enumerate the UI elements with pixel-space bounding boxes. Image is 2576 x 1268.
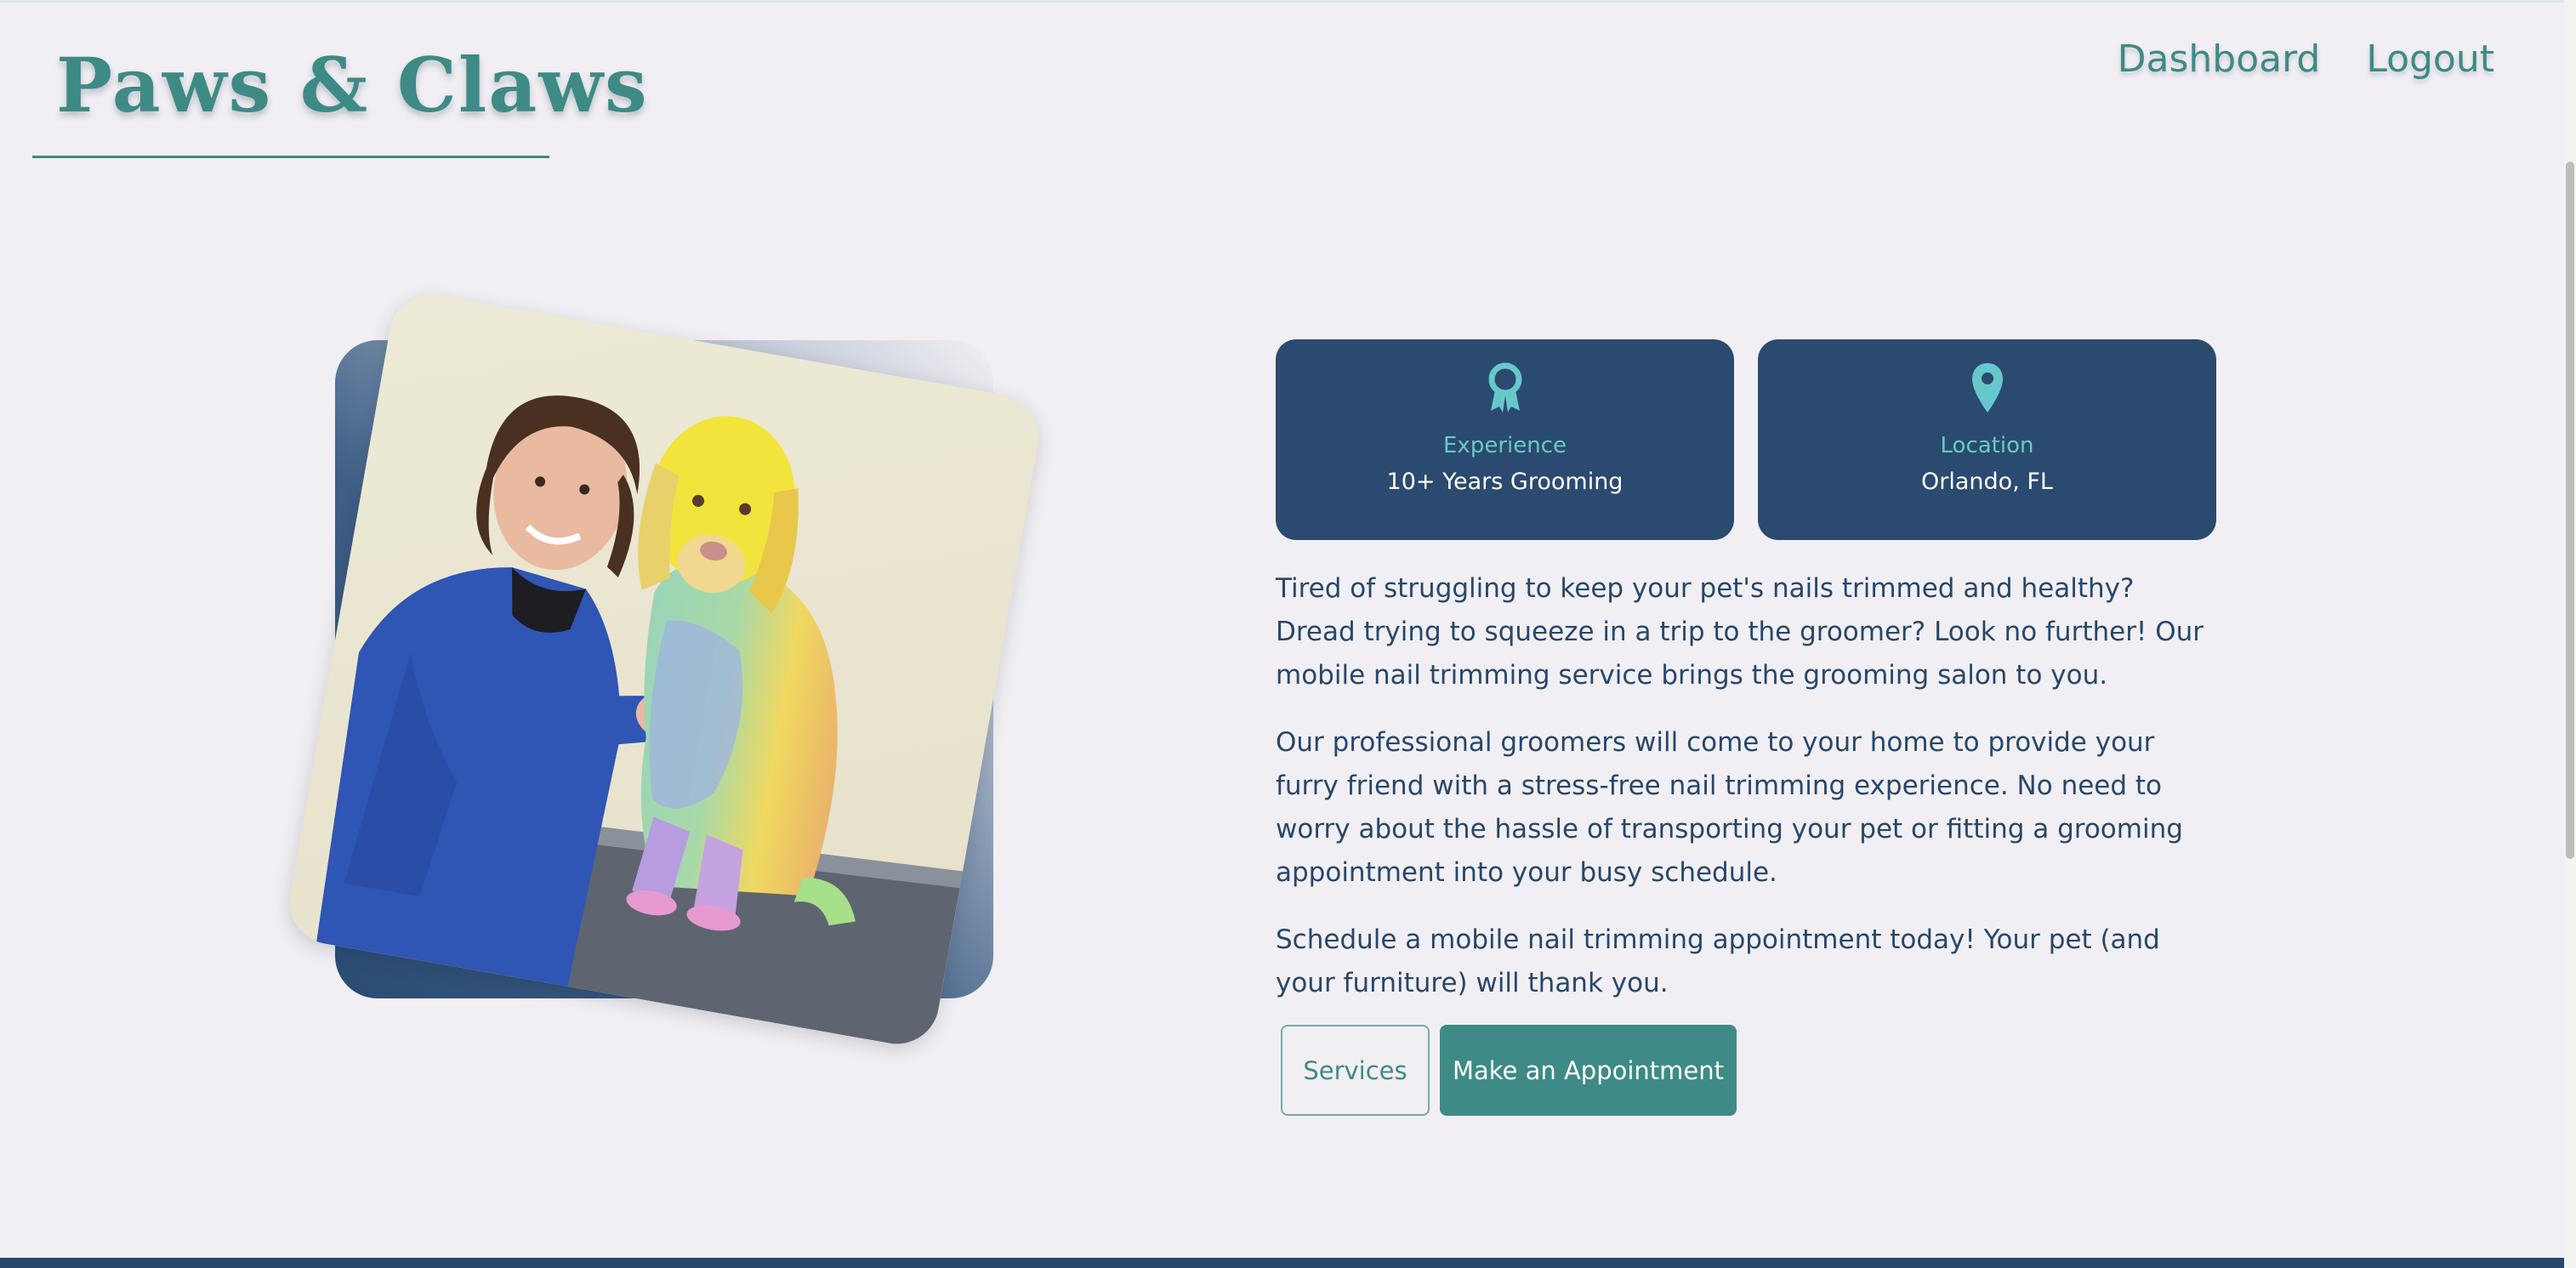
groomer-with-rainbow-dog-image (282, 287, 1046, 1051)
about-paragraph-3: Schedule a mobile nail trimming appointm… (1276, 924, 2160, 998)
hero-photo (282, 287, 1055, 1055)
award-ribbon-icon (1486, 361, 1525, 414)
scrollbar[interactable] (2564, 0, 2576, 1268)
about-paragraph-2: Our professional groomers will come to y… (1276, 727, 2183, 888)
location-card: Location Orlando, FL (1758, 339, 2216, 540)
experience-card: Experience 10+ Years Grooming (1276, 339, 1734, 540)
top-nav: Dashboard Logout (2118, 37, 2494, 81)
nav-logout-link[interactable]: Logout (2366, 37, 2494, 81)
about-text: Tired of struggling to keep your pet's n… (1276, 567, 2220, 1029)
experience-value: 10+ Years Grooming (1386, 469, 1624, 495)
brand-title: Paws & Claws (56, 41, 649, 129)
nav-dashboard-link[interactable]: Dashboard (2118, 37, 2321, 81)
location-value: Orlando, FL (1921, 469, 2053, 495)
about-paragraph-1: Tired of struggling to keep your pet's n… (1276, 573, 2204, 691)
brand-logo[interactable]: Paws & Claws (32, 24, 647, 158)
photo-illustration (316, 395, 964, 1051)
map-pin-icon (1970, 361, 2005, 414)
scrollbar-thumb[interactable] (2566, 162, 2574, 859)
top-border (0, 0, 2576, 3)
make-appointment-button[interactable]: Make an Appointment (1440, 1025, 1737, 1116)
experience-title: Experience (1443, 433, 1567, 458)
info-cards: Experience 10+ Years Grooming Location O… (1276, 339, 2216, 540)
location-title: Location (1940, 433, 2034, 458)
services-button[interactable]: Services (1281, 1025, 1430, 1116)
footer-bar (0, 1258, 2564, 1268)
page: Paws & Claws Dashboard Logout Experience… (0, 0, 2576, 1268)
hero-actions: Services Make an Appointment (1281, 1025, 1737, 1116)
